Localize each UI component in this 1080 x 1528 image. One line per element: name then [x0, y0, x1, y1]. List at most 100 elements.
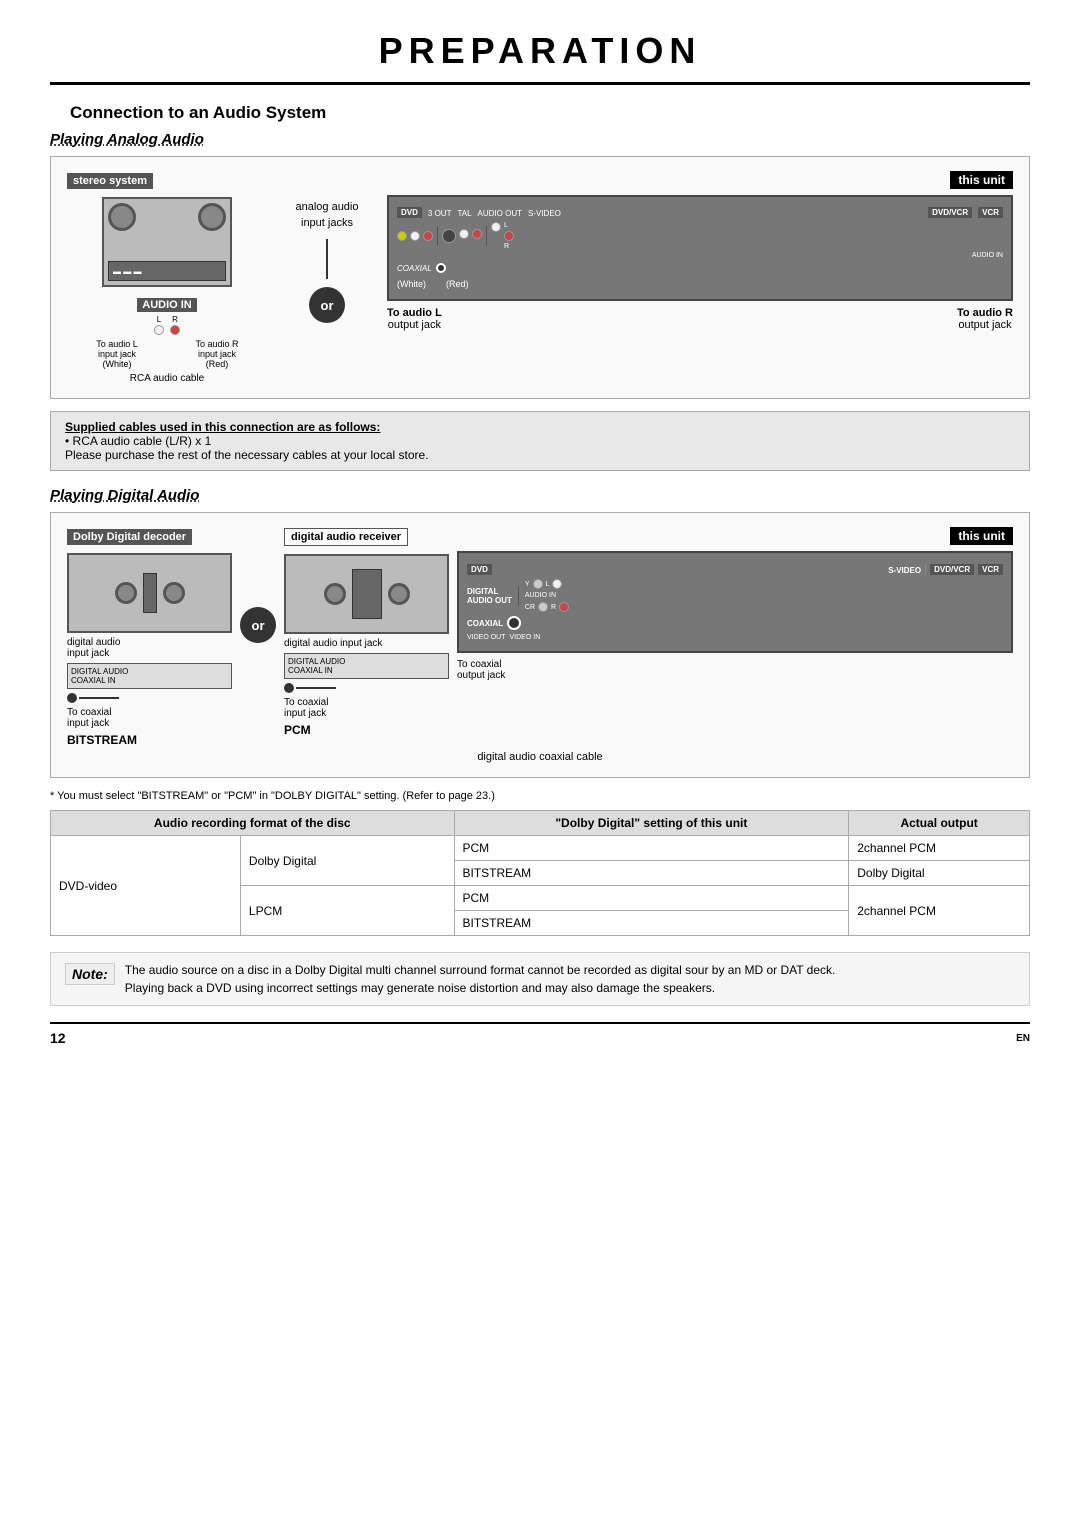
digital-receiver-section: digital audio receiver digital audio inp… [284, 527, 449, 737]
digital-this-unit-label: this unit [950, 527, 1013, 545]
coaxial-in2: COAXIAL IN [288, 666, 445, 675]
note-text2: Playing back a DVD using incorrect setti… [125, 981, 836, 995]
digital-audio-input-jack2-label: digital audio input jack [284, 638, 449, 649]
audio-out-label: AUDIO OUT [478, 209, 522, 218]
speaker-left-icon [108, 203, 136, 231]
audio-in-jacks: L R [67, 315, 267, 335]
pcm-setting-cell2: PCM [454, 886, 849, 911]
pcm-label: PCM [284, 723, 449, 737]
to-audio-l-output-section: To audio L output jack [387, 307, 442, 331]
vcr-jacks: L R [491, 222, 514, 250]
s-video-label: S-VIDEO [528, 209, 561, 218]
bitstream-setting-cell2: BITSTREAM [454, 911, 849, 936]
svideo-jack [442, 229, 456, 243]
vcr-r-jack [504, 231, 514, 241]
digital-audio-section: Playing Digital Audio Dolby Digital deco… [50, 487, 1030, 936]
output-jack-l-label: output jack [387, 319, 442, 331]
dolby-digital-cell: Dolby Digital [240, 836, 454, 886]
stereo-component: ▬ ▬ ▬ [108, 261, 226, 281]
to-audio-r-output: To audio R [957, 307, 1013, 319]
digital-audio-input-label: digital audio input jack [67, 637, 232, 659]
digital-coaxial-label: COAXIAL [467, 619, 503, 628]
cr-r-row: CR R [525, 602, 569, 612]
coaxial-in-box1: DIGITAL AUDIO COAXIAL IN [67, 663, 232, 689]
coaxial-in1: COAXIAL IN [71, 676, 228, 685]
footnote: * You must select "BITSTREAM" or "PCM" i… [50, 790, 1030, 802]
audio-in-d: AUDIO IN [525, 592, 556, 599]
to-audio-r-input: To audio R [182, 339, 252, 349]
2ch-pcm-output-cell: 2channel PCM [849, 836, 1030, 861]
video-out-label: VIDEO OUT [467, 634, 506, 641]
note-label: Note: [65, 963, 115, 985]
to-audio-l-input: To audio L [82, 339, 152, 349]
dvd-label: DVD [397, 207, 422, 218]
lang-label: EN [1016, 1033, 1030, 1044]
receiver-speaker-left [324, 583, 346, 605]
digital-this-unit-section: this unit DVD S-VIDEO DVD/VCR VCR [457, 527, 1013, 681]
note-text1: The audio source on a disc in a Dolby Di… [125, 963, 836, 977]
dolby-decoder-section: Dolby Digital decoder digital audio inpu… [67, 527, 232, 747]
svideo-jacks [442, 229, 482, 243]
input-jack-labels: To audio L input jack (White) To audio R… [67, 339, 267, 369]
note-label-container: Note: [65, 963, 115, 995]
left-label: L [157, 315, 161, 324]
analog-info-box: Supplied cables used in this connection … [50, 411, 1030, 471]
coaxial-plug1 [67, 693, 232, 703]
digital-diagram-box: Dolby Digital decoder digital audio inpu… [50, 512, 1030, 778]
cable-label: digital audio coaxial cable [67, 751, 1013, 763]
vcr-label: VCR [978, 207, 1003, 218]
al-out-label: 3 OUT [428, 209, 452, 218]
section-title: Connection to an Audio System [70, 103, 1030, 123]
col-setting: "Dolby Digital" setting of this unit [454, 811, 849, 836]
l-label: L [504, 222, 514, 229]
to-coaxial-input1: To coaxial input jack [67, 707, 232, 729]
output-jack-labels: To audio L output jack To audio R output… [387, 307, 1013, 331]
dolby-device [67, 553, 232, 633]
pcm-setting-cell: PCM [454, 836, 849, 861]
bitstream-setting-cell: BITSTREAM [454, 861, 849, 886]
divider1 [437, 226, 438, 246]
page-number-label: 12 [50, 1030, 66, 1046]
r-jack-d [559, 602, 569, 612]
or-circle: or [309, 287, 345, 323]
analog-diagram-box: stereo system ▬ ▬ ▬ AUD [50, 156, 1030, 399]
input-jack-r-label: input jack [182, 349, 252, 359]
note-text: The audio source on a disc in a Dolby Di… [125, 963, 836, 995]
digital-panel-labels: DVD S-VIDEO DVD/VCR VCR [467, 563, 1003, 575]
plug2-icon [284, 683, 294, 693]
cable-connector [326, 239, 328, 279]
stereo-device: ▬ ▬ ▬ [102, 197, 232, 287]
stereo-system-label: stereo system [67, 173, 153, 189]
digital-coaxial-row: COAXIAL [467, 616, 1003, 630]
digital-or-section: or [240, 527, 276, 643]
output-table: Audio recording format of the disc "Dolb… [50, 810, 1030, 936]
y-jack [533, 579, 543, 589]
r-label: R [504, 243, 514, 250]
analog-middle: analog audio input jacks or [277, 171, 377, 323]
to-coaxial-output-label: To coaxial output jack [457, 659, 1013, 681]
dvd-jacks [397, 231, 433, 241]
back-panel-analog: DVD 3 OUT TAL AUDIO OUT S-VIDEO DVD/VCR … [387, 195, 1013, 301]
red2-label: (Red) [446, 279, 469, 289]
digital-dvd-label: DVD [467, 564, 492, 575]
y-label: Y [525, 581, 530, 588]
dvd-vcr-label: DVD/VCR [928, 207, 972, 218]
stereo-system-section: stereo system ▬ ▬ ▬ AUD [67, 171, 267, 384]
white-label: (White) [82, 359, 152, 369]
receiver-body [352, 569, 382, 619]
dolby-speaker-left [115, 582, 137, 604]
cr-jack [538, 602, 548, 612]
audio-in-l-jack [154, 325, 164, 335]
digital-vcr-label: VCR [978, 564, 1003, 575]
dolby-label: Dolby Digital decoder [67, 529, 192, 545]
digital-audio-coaxial2: DIGITAL AUDIO [288, 657, 445, 666]
audio-in-row: AUDIO IN [525, 592, 569, 599]
col-disc-format: Audio recording format of the disc [51, 811, 455, 836]
col-output: Actual output [849, 811, 1030, 836]
y-cr-row: Y L [525, 579, 569, 589]
digital-audio-out-label: DIGITAL AUDIO OUT [467, 587, 512, 605]
output-jack-r-label: output jack [957, 319, 1013, 331]
to-audio-l-output: To audio L [387, 307, 442, 319]
info-bullet1: • RCA audio cable (L/R) x 1 [65, 434, 211, 448]
coaxial-row: COAXIAL [397, 263, 1003, 273]
